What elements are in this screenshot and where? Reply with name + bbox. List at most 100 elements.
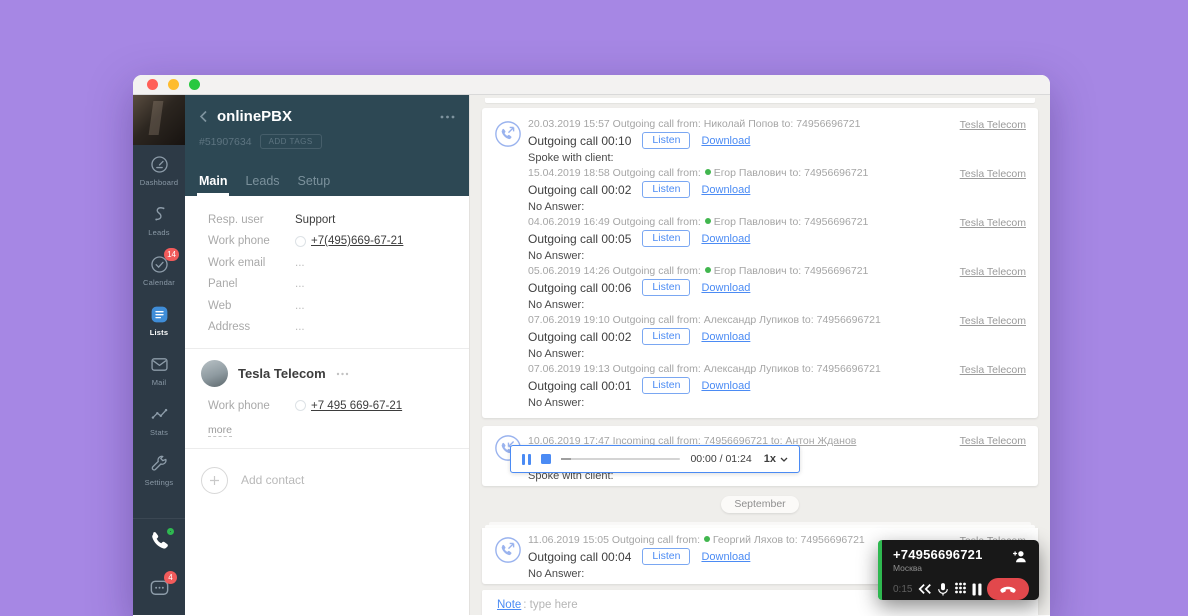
company-link[interactable]: Tesla Telecom xyxy=(960,168,1026,180)
contact-field-row: Work phone +7(495)669-67-21 xyxy=(185,231,469,253)
microphone-icon[interactable] xyxy=(937,582,949,597)
tab-main[interactable]: Main xyxy=(199,174,227,196)
note-placeholder: : type here xyxy=(523,599,577,611)
dialpad-icon[interactable] xyxy=(954,582,967,596)
company-menu-icon[interactable] xyxy=(336,372,349,376)
contact-header: onlinePBX #51907634 ADD TAGS Main Leads Se… xyxy=(185,95,469,196)
add-tags-button[interactable]: ADD TAGS xyxy=(260,134,322,149)
sidebar-item-label: Lists xyxy=(150,328,169,337)
hold-icon[interactable] xyxy=(972,583,982,596)
online-dot xyxy=(705,218,711,224)
add-contact-label: Add contact xyxy=(241,473,304,487)
pause-icon[interactable] xyxy=(522,454,531,465)
player-time: 00:00 / 01:24 xyxy=(690,453,751,465)
company-link[interactable]: Tesla Telecom xyxy=(960,119,1026,131)
chevron-down-icon xyxy=(780,457,788,462)
add-person-icon[interactable] xyxy=(1012,549,1028,563)
sidebar-item-stats[interactable]: Stats xyxy=(133,395,185,445)
sidebar-item-calendar[interactable]: 14Calendar xyxy=(133,245,185,295)
playback-speed-select[interactable]: 1x xyxy=(764,453,788,465)
field-empty-value[interactable]: ... xyxy=(295,257,305,269)
field-empty-value[interactable]: ... xyxy=(295,300,305,312)
close-window-button[interactable] xyxy=(147,79,158,90)
divider xyxy=(185,348,469,349)
listen-button[interactable]: Listen xyxy=(642,548,690,565)
call-result: Spoke with client: xyxy=(528,152,930,164)
download-link[interactable]: Download xyxy=(701,551,750,563)
listen-button[interactable]: Listen xyxy=(642,377,690,394)
download-link[interactable]: Download xyxy=(701,331,750,343)
more-link[interactable]: more xyxy=(208,424,232,437)
minimize-window-button[interactable] xyxy=(168,79,179,90)
audio-player: 00:00 / 01:24 1x xyxy=(510,445,800,473)
call-duration: Outgoing call 00:02 xyxy=(528,330,631,344)
calls-card: 20.03.2019 15:57 Outgoing call from: Ник… xyxy=(482,108,1038,418)
field-label: Panel xyxy=(208,278,295,290)
company-name[interactable]: Tesla Telecom xyxy=(238,366,326,381)
call-result: No Answer: xyxy=(528,568,930,580)
sidebar-item-dashboard[interactable]: Dashboard xyxy=(133,145,185,195)
sidebar-item-mail[interactable]: Mail xyxy=(133,345,185,395)
sidebar-items: DashboardLeads14Calendar Lists MailStatsSe… xyxy=(133,145,185,495)
main-sidebar: DashboardLeads14Calendar Lists MailStatsSe… xyxy=(133,95,185,615)
chat-button[interactable]: 4 xyxy=(133,567,185,615)
page-background: DashboardLeads14CalendarListsMailStatsSe… xyxy=(0,0,1188,616)
company-link[interactable]: Tesla Telecom xyxy=(960,364,1026,376)
download-link[interactable]: Download xyxy=(701,380,750,392)
stop-icon[interactable] xyxy=(541,454,551,464)
contact-field-row: Panel... xyxy=(185,274,469,296)
listen-button[interactable]: Listen xyxy=(642,181,690,198)
field-empty-value[interactable]: ... xyxy=(295,278,305,290)
user-avatar[interactable] xyxy=(133,95,185,145)
zoom-window-button[interactable] xyxy=(189,79,200,90)
sidebar-item-lists[interactable]: Lists xyxy=(133,295,185,345)
listen-button[interactable]: Listen xyxy=(642,132,690,149)
progress-bar[interactable] xyxy=(561,458,680,460)
lead-id: #51907634 xyxy=(199,136,252,148)
download-link[interactable]: Download xyxy=(701,233,750,245)
field-label: Work phone xyxy=(208,400,295,412)
call-duration: Outgoing call 00:06 xyxy=(528,281,631,295)
more-menu-icon[interactable] xyxy=(440,115,455,119)
listen-button[interactable]: Listen xyxy=(642,328,690,345)
back-icon[interactable] xyxy=(199,110,208,123)
company-avatar[interactable] xyxy=(201,360,228,387)
company-phone-link[interactable]: +7 495 669-67-21 xyxy=(311,400,402,412)
field-label: Work phone xyxy=(208,235,295,247)
company-link[interactable]: Tesla Telecom xyxy=(960,266,1026,278)
call-record: 07.06.2019 19:10 Outgoing call from: Але… xyxy=(482,313,1038,362)
listen-button[interactable]: Listen xyxy=(642,230,690,247)
phone-call-button[interactable] xyxy=(133,519,185,567)
sidebar-item-settings[interactable]: Settings xyxy=(133,445,185,495)
add-contact-button[interactable]: Add contact xyxy=(185,458,469,494)
online-dot xyxy=(705,267,711,273)
hangup-button[interactable] xyxy=(987,578,1029,600)
caller-location: Москва xyxy=(893,563,1029,573)
transfer-call-icon[interactable] xyxy=(918,583,932,595)
company-link[interactable]: Tesla Telecom xyxy=(960,315,1026,327)
lists-icon xyxy=(149,304,170,325)
listen-button[interactable]: Listen xyxy=(642,279,690,296)
call-controls: 0:15 xyxy=(893,578,1029,600)
phone-link[interactable]: +7(495)669-67-21 xyxy=(311,235,403,247)
page-title: onlinePBX xyxy=(217,108,431,125)
field-value[interactable]: Support xyxy=(295,214,335,226)
sidebar-item-leads[interactable]: Leads xyxy=(133,195,185,245)
tab-leads[interactable]: Leads xyxy=(245,174,279,196)
call-timer: 0:15 xyxy=(893,584,912,595)
call-record: 20.03.2019 15:57 Outgoing call from: Ник… xyxy=(482,117,1038,166)
outgoing-call-icon xyxy=(494,536,522,564)
field-label: Web xyxy=(208,300,295,312)
call-record: 04.06.2019 16:49 Outgoing call from: Его… xyxy=(482,215,1038,264)
company-link[interactable]: Tesla Telecom xyxy=(960,435,1026,447)
note-type-link[interactable]: Note xyxy=(497,599,521,611)
download-link[interactable]: Download xyxy=(701,135,750,147)
download-link[interactable]: Download xyxy=(701,184,750,196)
company-link[interactable]: Tesla Telecom xyxy=(960,217,1026,229)
incoming-call-card: 10.06.2019 17:47 Incoming call from: 749… xyxy=(482,426,1038,486)
call-duration: Outgoing call 00:04 xyxy=(528,550,631,564)
previous-card-edge xyxy=(485,98,1035,103)
download-link[interactable]: Download xyxy=(701,282,750,294)
field-empty-value[interactable]: ... xyxy=(295,321,305,333)
tab-setup[interactable]: Setup xyxy=(298,174,331,196)
